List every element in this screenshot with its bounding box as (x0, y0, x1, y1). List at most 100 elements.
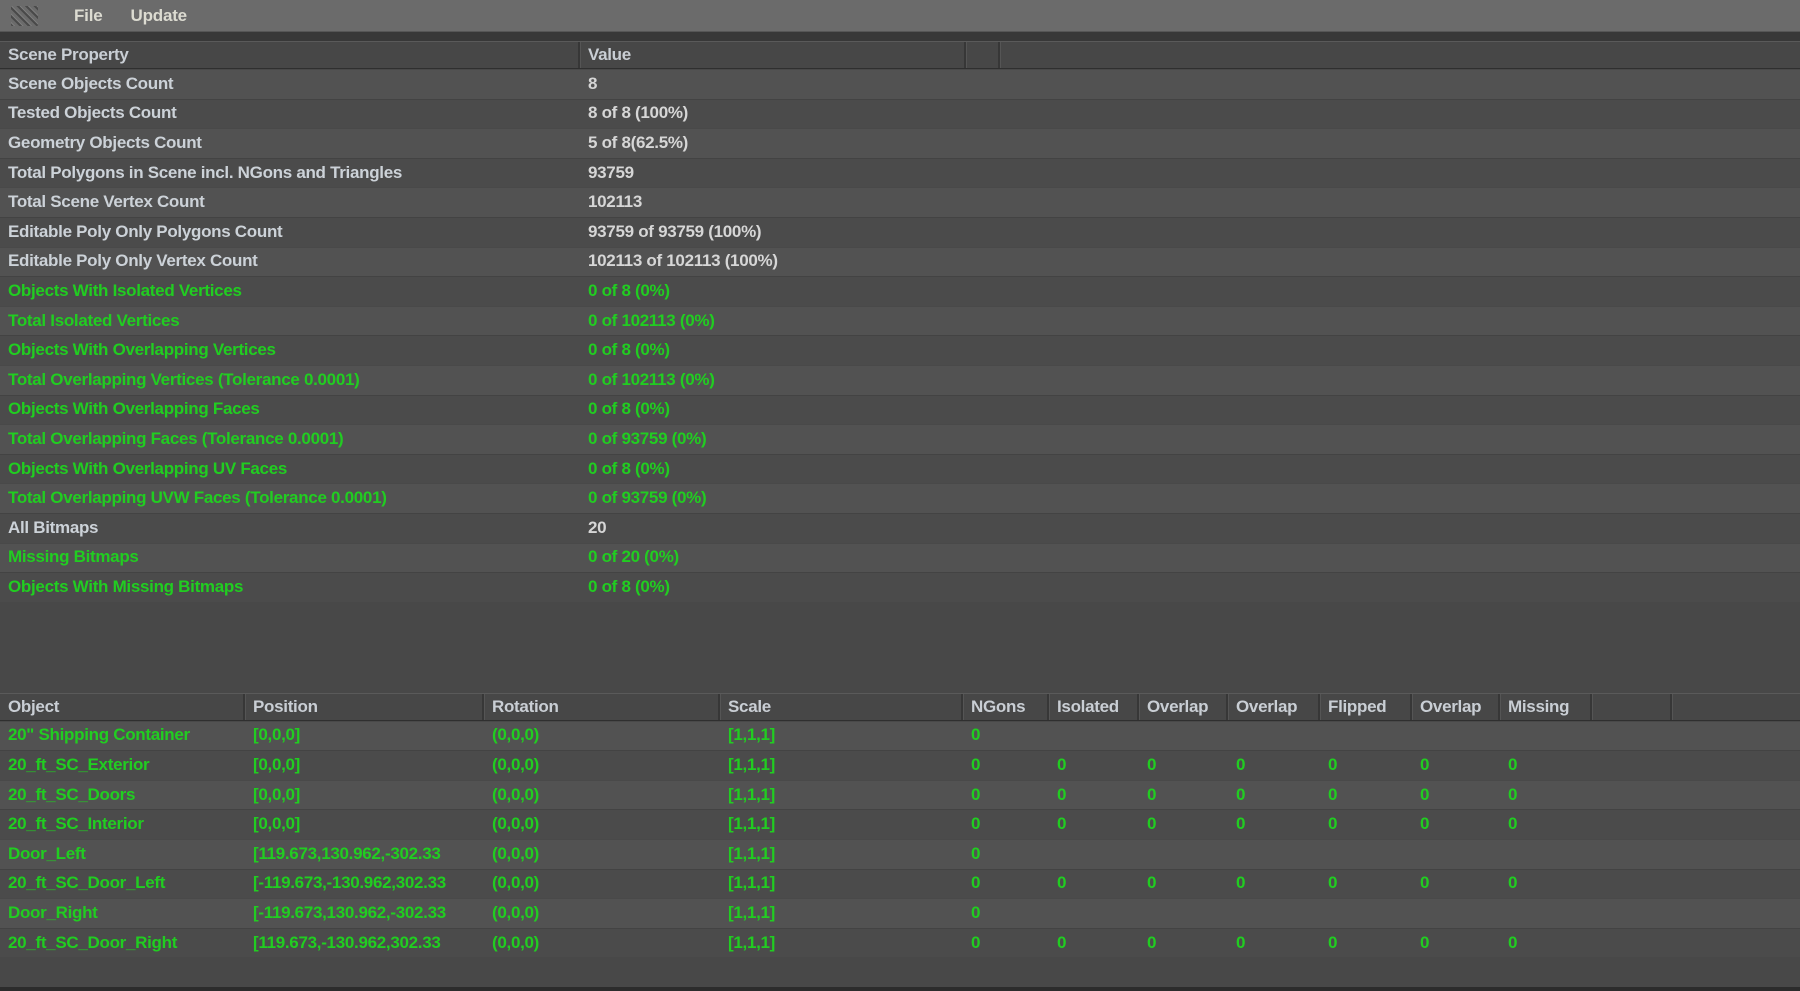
flag-cell: 0 (1328, 814, 1338, 834)
scene-table-row[interactable]: Editable Poly Only Polygons Count 93759 o… (0, 216, 1800, 247)
scene-table-row[interactable]: Objects With Overlapping Vertices 0 of 8 … (0, 335, 1800, 365)
flag-cell: 0 (1236, 932, 1246, 952)
flag-cell: 0 (1236, 755, 1246, 775)
column-header-empty-2[interactable] (1000, 42, 1800, 68)
position-cell: [119.673,130.962,-302.33 (253, 843, 441, 863)
flag-cell: 0 (1236, 784, 1246, 804)
scene-table-row[interactable]: Total Isolated Vertices 0 of 102113 (0%) (0, 305, 1800, 336)
scene-value-cell: 0 of 8 (0%) (588, 340, 670, 360)
column-header-overlap-9[interactable]: Overlap (1412, 693, 1500, 720)
object-table-row[interactable]: 20_ft_SC_Interior [0,0,0] (0,0,0) [1,1,1] 0 0… (0, 809, 1800, 840)
position-cell: [0,0,0] (253, 814, 301, 834)
object-table-row[interactable]: Door_Right [-119.673,130.962,-302.33 (0,0,… (0, 898, 1800, 928)
flag-cell: 0 (971, 873, 981, 893)
object-table-row[interactable]: 20" Shipping Container [0,0,0] (0,0,0) [1,1… (0, 720, 1800, 751)
scale-cell: [1,1,1] (728, 873, 776, 893)
flag-cell: 0 (1508, 784, 1518, 804)
flag-cell: 0 (1057, 784, 1067, 804)
column-header-overlap-6[interactable]: Overlap (1139, 693, 1228, 720)
grip-dots-icon[interactable] (11, 5, 38, 26)
scene-table-row[interactable]: Total Overlapping Faces (Tolerance 0.000… (0, 424, 1800, 454)
column-header-scale-3[interactable]: Scale (720, 693, 963, 720)
position-cell: [-119.673,-130.962,302.33 (253, 873, 446, 893)
scene-property-cell: Total Isolated Vertices (8, 310, 180, 330)
flag-cell: 0 (1328, 784, 1338, 804)
column-header-empty-1[interactable] (966, 42, 1000, 68)
column-header-object-0[interactable]: Object (0, 693, 245, 720)
scene-value-cell: 93759 of 93759 (100%) (588, 221, 762, 241)
scene-value-cell: 0 of 8 (0%) (588, 399, 670, 419)
position-cell: [119.673,-130.962,302.33 (253, 932, 441, 952)
column-header-flipped-8[interactable]: Flipped (1320, 693, 1412, 720)
flag-cell: 0 (971, 784, 981, 804)
object-table-row[interactable]: 20_ft_SC_Door_Left [-119.673,-130.962,302… (0, 868, 1800, 899)
scene-table-row[interactable]: Objects With Overlapping UV Faces 0 of 8 … (0, 453, 1800, 484)
scene-table-row[interactable]: Total Polygons in Scene incl. NGons and … (0, 157, 1800, 188)
flag-cell: 0 (1420, 814, 1430, 834)
scene-property-cell: Scene Objects Count (8, 73, 174, 93)
scene-table-row[interactable]: Tested Objects Count 8 of 8 (100%) (0, 98, 1800, 129)
flag-cell: 0 (1057, 814, 1067, 834)
scene-value-cell: 93759 (588, 162, 634, 182)
column-header-position-1[interactable]: Position (245, 693, 484, 720)
object-table-row[interactable]: 20_ft_SC_Exterior [0,0,0] (0,0,0) [1,1,1] 0 0… (0, 750, 1800, 780)
object-name-cell: Door_Left (8, 843, 86, 863)
flag-cell: 0 (1420, 784, 1430, 804)
scene-property-cell: Geometry Objects Count (8, 132, 202, 152)
column-header-ngons-4[interactable]: NGons (963, 693, 1049, 720)
scene-table-row[interactable]: All Bitmaps 20 (0, 512, 1800, 543)
object-table-row[interactable]: 20_ft_SC_Doors [0,0,0] (0,0,0) [1,1,1] 0 0 0 0 0… (0, 779, 1800, 810)
column-header-scene-property[interactable]: Scene Property (0, 42, 580, 68)
menu-file[interactable]: File (60, 0, 117, 31)
rotation-cell: (0,0,0) (492, 843, 540, 863)
flag-cell: 0 (971, 725, 981, 745)
flag-cell: 0 (1508, 873, 1518, 893)
column-header-rotation-2[interactable]: Rotation (484, 693, 720, 720)
object-table-row[interactable]: Door_Left [119.673,130.962,-302.33 (0,0,0)… (0, 839, 1800, 869)
scene-property-cell: Objects With Overlapping Faces (8, 399, 260, 419)
scene-value-cell: 0 of 8 (0%) (588, 280, 670, 300)
scene-property-cell: Objects With Missing Bitmaps (8, 576, 244, 596)
scene-property-cell: All Bitmaps (8, 517, 99, 537)
scene-table-row[interactable]: Missing Bitmaps 0 of 20 (0%) (0, 542, 1800, 573)
flag-cell: 0 (971, 755, 981, 775)
scene-property-cell: Editable Poly Only Vertex Count (8, 251, 258, 271)
scene-property-cell: Objects With Isolated Vertices (8, 280, 242, 300)
object-name-cell: 20_ft_SC_Door_Left (8, 873, 166, 893)
rotation-cell: (0,0,0) (492, 932, 540, 952)
scene-table-row[interactable]: Total Overlapping UVW Faces (Tolerance 0… (0, 483, 1800, 513)
flag-cell: 0 (1420, 755, 1430, 775)
scale-cell: [1,1,1] (728, 784, 776, 804)
flag-cell: 0 (1057, 755, 1067, 775)
column-header-empty-3[interactable] (1592, 693, 1672, 720)
scene-property-cell: Total Overlapping Vertices (Tolerance 0.… (8, 369, 360, 389)
object-name-cell: 20_ft_SC_Interior (8, 814, 144, 834)
flag-cell: 0 (1328, 932, 1338, 952)
object-table-row[interactable]: 20_ft_SC_Door_Right [119.673,-130.962,302… (0, 927, 1800, 958)
status-area (0, 958, 1800, 991)
scene-table-row[interactable]: Total Overlapping Vertices (Tolerance 0.… (0, 364, 1800, 395)
scene-table-row[interactable]: Editable Poly Only Vertex Count 102113 of… (0, 246, 1800, 277)
scene-value-cell: 0 of 102113 (0%) (588, 369, 715, 389)
scale-cell: [1,1,1] (728, 814, 776, 834)
flag-cell: 0 (1508, 814, 1518, 834)
menu-bar: File Update (0, 0, 1800, 32)
column-header-value[interactable]: Value (580, 42, 966, 68)
scene-table-row[interactable]: Total Scene Vertex Count 102113 (0, 187, 1800, 217)
menu-update[interactable]: Update (117, 0, 201, 31)
column-header-missing-10[interactable]: Missing (1500, 693, 1592, 720)
scene-table-row[interactable]: Objects With Overlapping Faces 0 of 8 (0%… (0, 394, 1800, 425)
rotation-cell: (0,0,0) (492, 755, 540, 775)
scene-table-header: Scene Property Value (0, 41, 1800, 69)
scene-value-cell: 0 of 93759 (0%) (588, 488, 707, 508)
scene-table-row[interactable]: Objects With Missing Bitmaps 0 of 8 (0%) (0, 572, 1800, 602)
column-header-isolated-5[interactable]: Isolated (1049, 693, 1139, 720)
column-header-empty-4[interactable] (1672, 694, 1800, 720)
column-header-overlap-7[interactable]: Overlap (1228, 693, 1320, 720)
scene-property-cell: Total Overlapping UVW Faces (Tolerance 0… (8, 488, 387, 508)
scene-table-row[interactable]: Scene Objects Count 8 (0, 69, 1800, 99)
scene-table-row[interactable]: Objects With Isolated Vertices 0 of 8 (0%… (0, 276, 1800, 306)
scene-property-cell: Tested Objects Count (8, 103, 177, 123)
scene-table-row[interactable]: Geometry Objects Count 5 of 8(62.5%) (0, 128, 1800, 158)
flag-cell: 0 (1057, 873, 1067, 893)
